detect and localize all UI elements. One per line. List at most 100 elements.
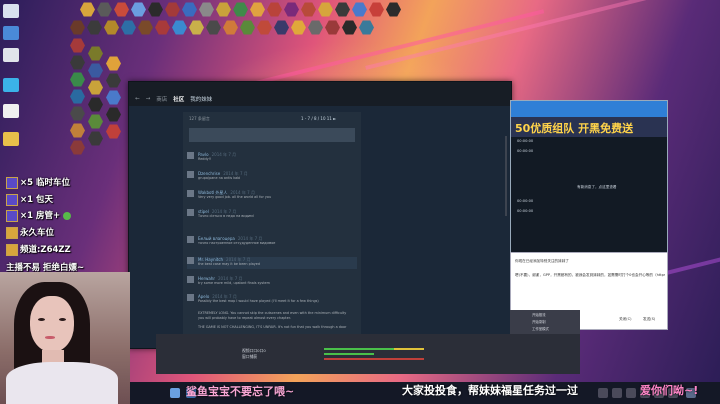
obs-source[interactable]: 窗口捕获: [242, 354, 257, 360]
game-icon[interactable]: [335, 2, 350, 17]
game-icon[interactable]: [155, 20, 170, 35]
pager[interactable]: 1 - 7 / 8 / 10 11 ►: [301, 116, 336, 121]
avatar[interactable]: [187, 190, 194, 197]
desktop-app-icon[interactable]: [3, 26, 19, 40]
game-icon[interactable]: [172, 20, 187, 35]
avatar[interactable]: [187, 276, 194, 283]
game-icon[interactable]: [199, 2, 214, 17]
game-icon[interactable]: [352, 2, 367, 17]
game-icon[interactable]: [284, 2, 299, 17]
steam-titlebar[interactable]: [129, 82, 511, 92]
game-icon[interactable]: [182, 2, 197, 17]
app-titlebar[interactable]: [511, 101, 667, 117]
game-icon[interactable]: [386, 2, 401, 17]
badge-icon: [6, 243, 18, 256]
game-icon[interactable]: [70, 106, 85, 121]
comment-text: you will probably have to repeat almost …: [198, 316, 291, 320]
comment-input[interactable]: [189, 128, 355, 142]
promo-banner[interactable]: 50优质组队 开黑免费送: [511, 117, 667, 137]
avatar[interactable]: [187, 152, 194, 159]
game-icon[interactable]: [106, 124, 121, 139]
game-icon[interactable]: [216, 2, 231, 17]
game-icon[interactable]: [359, 20, 374, 35]
folder-icon[interactable]: [3, 132, 19, 146]
game-icon[interactable]: [70, 123, 85, 138]
game-icon[interactable]: [88, 131, 103, 146]
game-icon[interactable]: [88, 63, 103, 78]
game-icon[interactable]: [88, 46, 103, 61]
nav-store[interactable]: 商店: [156, 95, 167, 103]
desktop-app-icon[interactable]: [3, 104, 19, 118]
game-icon[interactable]: [70, 55, 85, 70]
avatar[interactable]: [187, 294, 194, 301]
game-icon[interactable]: [240, 20, 255, 35]
game-icon[interactable]: [274, 20, 289, 35]
game-icon[interactable]: [148, 2, 163, 17]
send-button[interactable]: 发送(S): [643, 317, 655, 322]
start-record-button[interactable]: 开始录制: [532, 319, 546, 324]
desktop-app-icon[interactable]: [3, 48, 19, 62]
tray-icon[interactable]: [612, 388, 622, 398]
game-icon[interactable]: [106, 90, 121, 105]
game-icon[interactable]: [223, 20, 238, 35]
game-icon[interactable]: [189, 20, 204, 35]
steam-body: 127 条留言 1 - 7 / 8 / 10 11 ► Pavlo 2014 年 …: [129, 106, 511, 342]
avatar[interactable]: [187, 236, 194, 243]
room-notice[interactable]: 有新消息了，点这里查看: [577, 185, 617, 190]
taskbar-app-icon[interactable]: [170, 388, 180, 398]
game-icon[interactable]: [70, 72, 85, 87]
game-icon[interactable]: [121, 20, 136, 35]
game-icon[interactable]: [267, 2, 282, 17]
tray-icon[interactable]: [626, 388, 636, 398]
avatar[interactable]: [187, 209, 194, 216]
game-icon[interactable]: [106, 73, 121, 88]
recycle-bin-icon[interactable]: [3, 4, 19, 18]
nav-community[interactable]: 社区: [173, 95, 184, 103]
game-icon[interactable]: [342, 20, 357, 35]
game-icon[interactable]: [88, 97, 103, 112]
game-icon[interactable]: [88, 80, 103, 95]
avatar[interactable]: [187, 257, 194, 264]
forward-button[interactable]: →: [146, 96, 151, 102]
game-icon[interactable]: [369, 2, 384, 17]
game-icon[interactable]: [233, 2, 248, 17]
game-icon[interactable]: [250, 2, 265, 17]
game-icon[interactable]: [87, 20, 102, 35]
game-icon[interactable]: [80, 2, 95, 17]
tray-icon[interactable]: [598, 388, 608, 398]
game-icon[interactable]: [138, 20, 153, 35]
badge-icon: [6, 193, 18, 206]
game-icon[interactable]: [206, 20, 221, 35]
desktop-app-icon[interactable]: [3, 78, 19, 92]
back-button[interactable]: ←: [135, 96, 140, 102]
game-icon[interactable]: [97, 2, 112, 17]
game-icon[interactable]: [257, 20, 272, 35]
game-icon[interactable]: [70, 38, 85, 53]
webcam-eye: [38, 318, 45, 321]
game-icon[interactable]: [165, 2, 180, 17]
game-icon[interactable]: [131, 2, 146, 17]
close-button[interactable]: 关闭(C): [619, 317, 632, 322]
game-icon[interactable]: [325, 20, 340, 35]
avatar[interactable]: [187, 171, 194, 178]
game-icon[interactable]: [318, 2, 333, 17]
webcam-shirt: [6, 362, 118, 404]
comment-item: Herwahr 2014 年 7 月 try some more mild, up…: [187, 276, 357, 288]
comment-item: Pavlo 2014 年 7 月 Reddy!!: [187, 152, 357, 164]
game-icon[interactable]: [70, 20, 85, 35]
game-icon[interactable]: [106, 107, 121, 122]
game-icon[interactable]: [88, 114, 103, 129]
scrollbar[interactable]: [505, 136, 507, 216]
game-icon[interactable]: [114, 2, 129, 17]
game-icon[interactable]: [70, 89, 85, 104]
nav-page-title[interactable]: 我的妹妹: [190, 95, 212, 103]
studio-mode-button[interactable]: 工作室模式: [532, 326, 549, 331]
game-icon[interactable]: [291, 20, 306, 35]
game-icon[interactable]: [70, 140, 85, 155]
start-stream-button[interactable]: 开始推流: [532, 312, 546, 317]
audio-meter: [324, 358, 424, 360]
game-icon[interactable]: [104, 20, 119, 35]
game-icon[interactable]: [106, 56, 121, 71]
game-icon[interactable]: [308, 20, 323, 35]
game-icon[interactable]: [301, 2, 316, 17]
